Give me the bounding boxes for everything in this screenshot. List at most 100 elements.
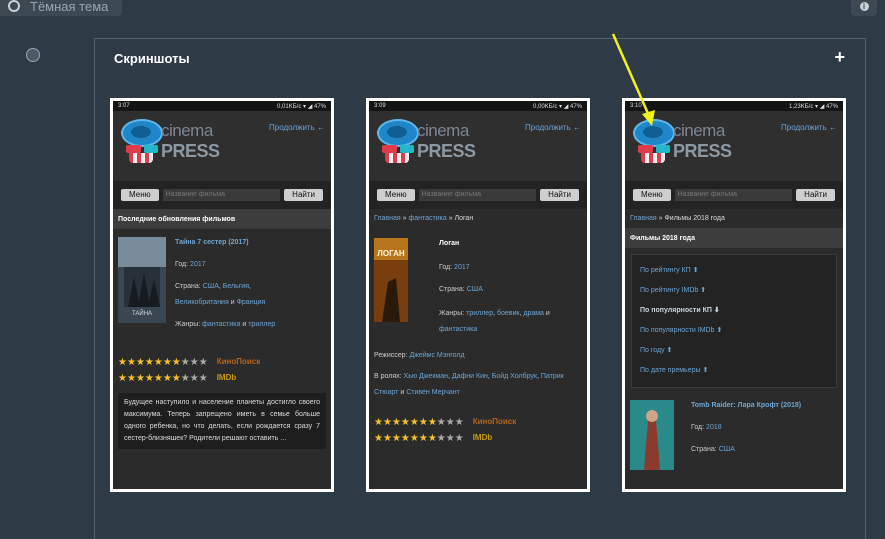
year-link[interactable]: 2017 bbox=[454, 264, 470, 271]
find-button[interactable]: Найти bbox=[796, 189, 835, 201]
sort-option[interactable]: По рейтингу КП ⬆ bbox=[640, 261, 828, 281]
status-time: 3:07 bbox=[118, 103, 130, 109]
genre-link[interactable]: триллер bbox=[466, 310, 493, 317]
brand-bottom: PRESS bbox=[417, 141, 476, 161]
film-description: Будущее наступило и население планеты до… bbox=[118, 393, 326, 449]
country-link[interactable]: Франция bbox=[237, 299, 266, 306]
film-country: Страна: США bbox=[439, 286, 483, 293]
star-empty-icon: ★ bbox=[454, 417, 464, 428]
genre-link[interactable]: боевик bbox=[497, 310, 520, 317]
menu-button[interactable]: Меню bbox=[121, 189, 159, 201]
film-genres: Жанры: триллер, боевик, драма и bbox=[439, 310, 550, 317]
search-input[interactable]: Название фильма bbox=[418, 189, 537, 201]
imdb-rating: ★★★★★★★★★★ IMDb bbox=[369, 429, 587, 445]
film-poster[interactable]: ЛОГАН bbox=[374, 238, 408, 322]
toggle-ring-icon bbox=[8, 0, 20, 12]
breadcrumb-home[interactable]: Главная bbox=[374, 215, 401, 222]
cast-link[interactable]: Хью Джекман bbox=[404, 373, 448, 380]
film-year: Год: 2017 bbox=[175, 261, 206, 268]
continue-link[interactable]: Продолжить ← bbox=[525, 123, 581, 132]
director-link[interactable]: Джеймс Мэнголд bbox=[409, 352, 464, 359]
theme-label: Тёмная тема bbox=[30, 0, 109, 14]
star-empty-icon: ★ bbox=[436, 417, 446, 428]
cast-link[interactable]: Дафни Кин bbox=[452, 373, 488, 380]
director-label: Режиссер: bbox=[374, 352, 408, 359]
search-input[interactable]: Название фильма bbox=[162, 189, 281, 201]
year-link[interactable]: 2017 bbox=[190, 261, 206, 268]
star-rating: ★★★★★★★★★★ bbox=[374, 428, 464, 446]
svg-text:ТАЙНА: ТАЙНА bbox=[132, 309, 152, 317]
cast-link[interactable]: Бойд Холбрук bbox=[492, 373, 537, 380]
add-screenshot-button[interactable]: + bbox=[834, 47, 845, 68]
star-filled-icon: ★ bbox=[409, 433, 419, 444]
star-filled-icon: ★ bbox=[153, 373, 163, 384]
kp-label: КиноПоиск bbox=[216, 356, 261, 366]
country-link[interactable]: США bbox=[203, 283, 219, 290]
screenshot-2[interactable]: 3:09 0,00KБ/с ▾ ◢ 47% cinema PRESS Продо… bbox=[366, 98, 590, 492]
film-title[interactable]: Тайна 7 сестер (2017) bbox=[175, 239, 249, 246]
search-input[interactable]: Название фильма bbox=[674, 189, 793, 201]
cinemapress-logo-icon[interactable] bbox=[377, 119, 419, 163]
continue-link[interactable]: Продолжить ← bbox=[781, 123, 837, 132]
genre-link[interactable]: триллер bbox=[248, 321, 275, 328]
sort-option[interactable]: По году ⬆ bbox=[640, 341, 828, 361]
screenshot-3[interactable]: 3:10 1,23KБ/с ▾ ◢ 47% cinema PRESS Продо… bbox=[622, 98, 846, 492]
screenshot-1[interactable]: 3:07 0,01KБ/с ▾ ◢ 47% cinema PRESS Продо… bbox=[110, 98, 334, 492]
star-empty-icon: ★ bbox=[445, 433, 455, 444]
continue-link[interactable]: Продолжить ← bbox=[269, 123, 325, 132]
star-filled-icon: ★ bbox=[382, 417, 392, 428]
year-link[interactable]: 2018 bbox=[706, 424, 722, 431]
cast-link[interactable]: Стивен Мерчант bbox=[406, 389, 460, 396]
menu-button[interactable]: Меню bbox=[633, 189, 671, 201]
star-filled-icon: ★ bbox=[171, 357, 181, 368]
film-genres: Жанры: фантастика и триллер bbox=[175, 321, 275, 328]
sort-option-active[interactable]: По популярности КП ⬇ bbox=[640, 301, 828, 321]
star-filled-icon: ★ bbox=[382, 433, 392, 444]
genre-link[interactable]: драма bbox=[523, 310, 544, 317]
cinemapress-logo-icon[interactable] bbox=[633, 119, 675, 163]
search-bar: Меню Название фильма Найти bbox=[113, 181, 331, 209]
genre-link[interactable]: фантастика bbox=[439, 326, 477, 333]
cinemapress-logo-icon[interactable] bbox=[121, 119, 163, 163]
star-filled-icon: ★ bbox=[409, 417, 419, 428]
sort-option[interactable]: По рейтингу IMDb ⬆ bbox=[640, 281, 828, 301]
site-header: cinema PRESS Продолжить ← bbox=[625, 111, 843, 181]
country-link[interactable]: Великобритания bbox=[175, 299, 229, 306]
breadcrumb-current: Фильмы 2018 года bbox=[664, 215, 725, 222]
film-title[interactable]: Логан bbox=[439, 240, 459, 247]
menu-button[interactable]: Меню bbox=[377, 189, 415, 201]
star-empty-icon: ★ bbox=[189, 357, 199, 368]
film-title-text[interactable]: Тайна 7 сестер (2017) bbox=[175, 239, 249, 246]
sort-option[interactable]: По популярности IMDb ⬆ bbox=[640, 321, 828, 341]
section-radio[interactable] bbox=[26, 48, 40, 62]
star-filled-icon: ★ bbox=[153, 357, 163, 368]
and-text: и bbox=[242, 321, 247, 328]
find-button[interactable]: Найти bbox=[540, 189, 579, 201]
status-speed: 1,23KБ/с bbox=[789, 103, 814, 110]
status-bar: 3:07 0,01KБ/с ▾ ◢ 47% bbox=[113, 101, 331, 111]
breadcrumb-home[interactable]: Главная bbox=[630, 215, 657, 222]
status-battery: 47% bbox=[313, 103, 326, 110]
status-battery: 47% bbox=[569, 103, 582, 110]
status-bar: 3:09 0,00KБ/с ▾ ◢ 47% bbox=[369, 101, 587, 111]
breadcrumb-sep: » bbox=[658, 215, 663, 222]
and-text: и bbox=[400, 389, 405, 396]
theme-toggle-button[interactable]: Тёмная тема bbox=[0, 0, 122, 16]
country-link[interactable]: Бельгия bbox=[223, 283, 249, 290]
country-link[interactable]: США bbox=[719, 446, 735, 453]
film-title[interactable]: Tomb Raider: Лара Крофт (2018) bbox=[691, 402, 801, 409]
info-button[interactable]: i bbox=[851, 0, 877, 16]
star-filled-icon: ★ bbox=[144, 373, 154, 384]
genre-link[interactable]: фантастика bbox=[202, 321, 240, 328]
film-poster[interactable] bbox=[630, 400, 674, 470]
country-link[interactable]: США bbox=[467, 286, 483, 293]
find-button[interactable]: Найти bbox=[284, 189, 323, 201]
breadcrumb-category[interactable]: фантастика bbox=[408, 215, 446, 222]
breadcrumb-sep: » bbox=[448, 215, 453, 222]
film-title-text[interactable]: Tomb Raider: Лара Крофт (2018) bbox=[691, 402, 801, 409]
star-filled-icon: ★ bbox=[427, 433, 437, 444]
film-poster[interactable]: ТАЙНА bbox=[118, 237, 166, 323]
star-filled-icon: ★ bbox=[171, 373, 181, 384]
sort-option[interactable]: По дате премьеры ⬆ bbox=[640, 361, 828, 381]
kp-label: КиноПоиск bbox=[472, 416, 517, 426]
